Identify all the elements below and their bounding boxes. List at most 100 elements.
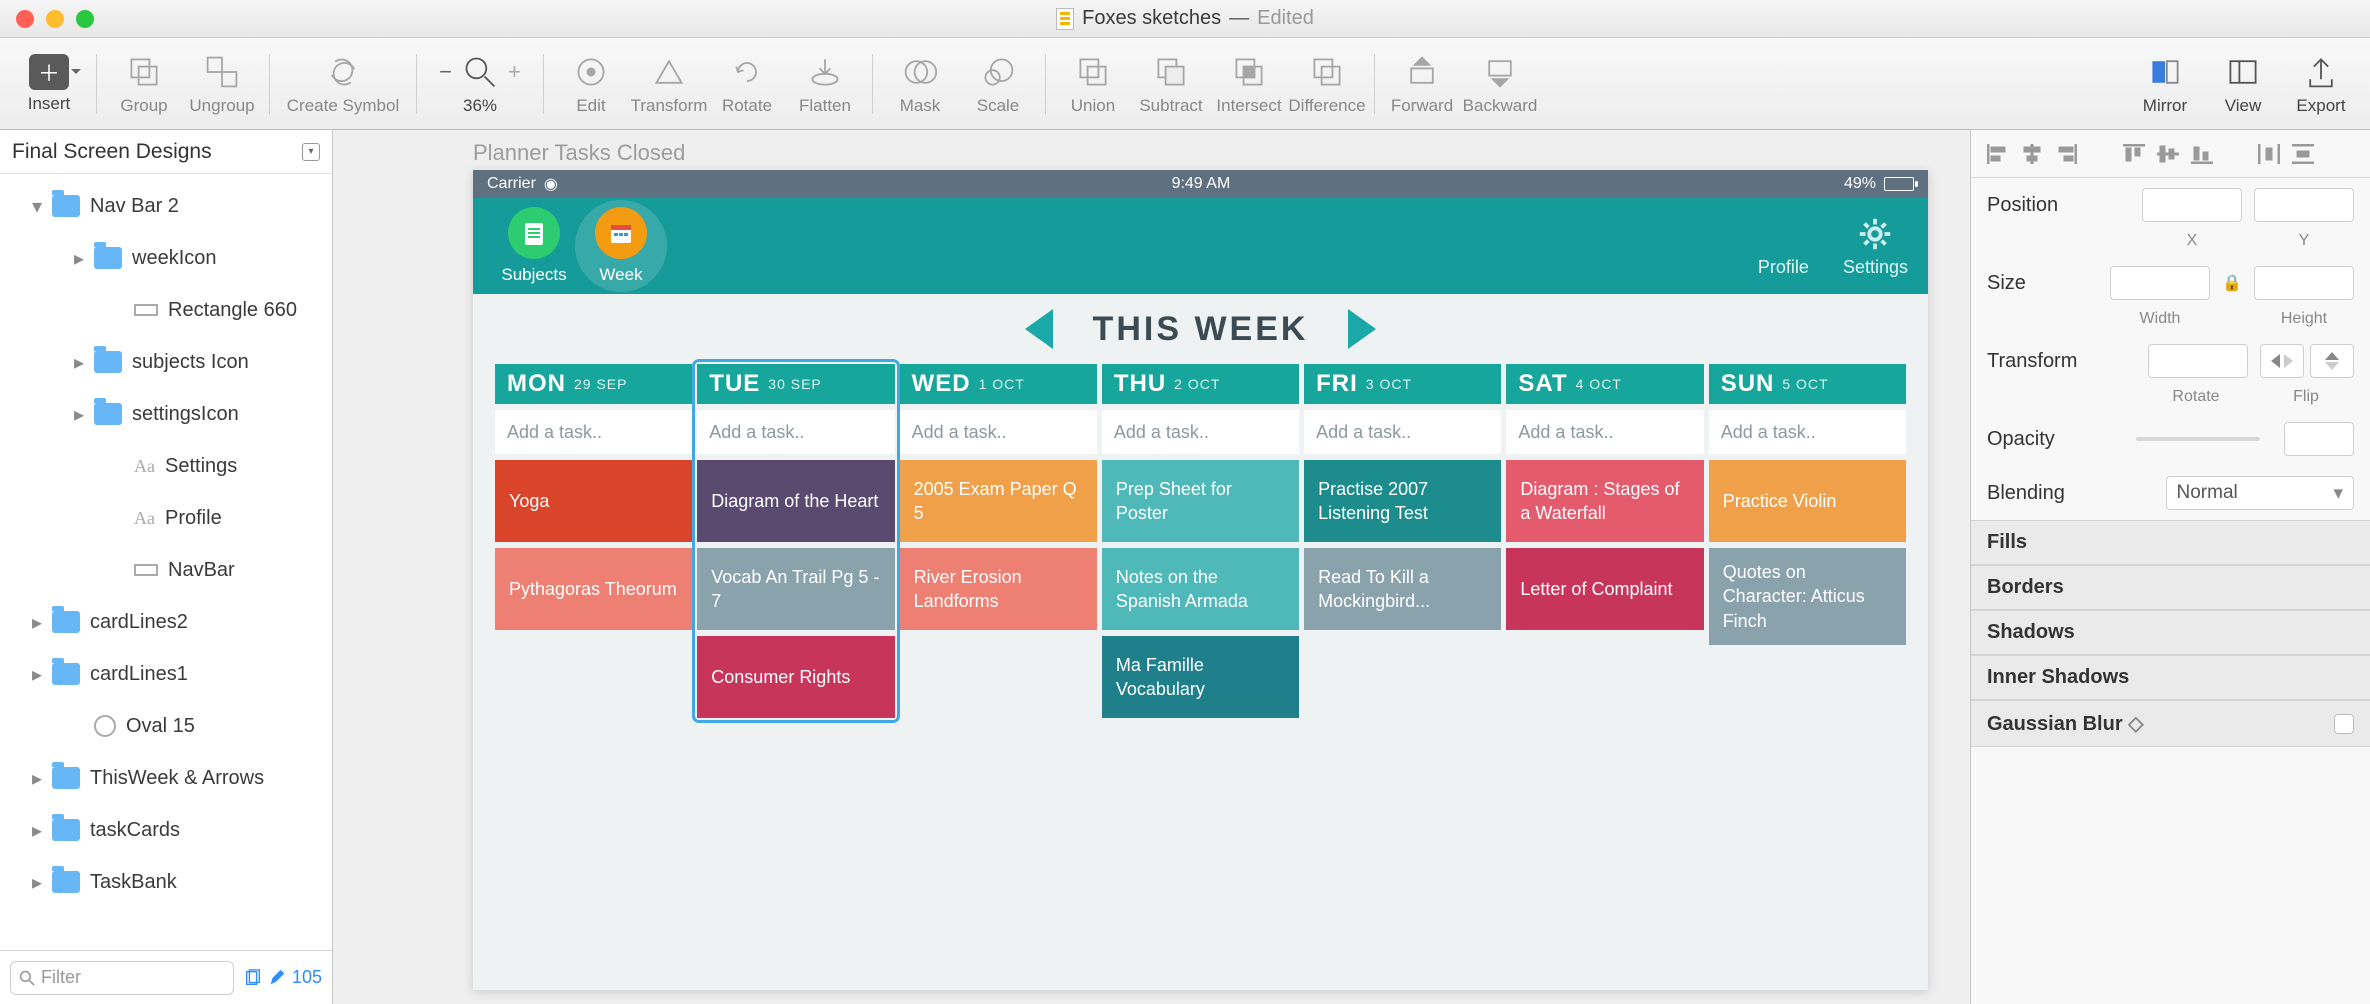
task-card[interactable]: Practice Violin	[1709, 460, 1906, 542]
view-button[interactable]: View	[2204, 52, 2282, 116]
day-column-fri[interactable]: FRI3 OCTAdd a task..Practise 2007 Listen…	[1304, 364, 1501, 718]
add-task-input[interactable]: Add a task..	[697, 410, 894, 454]
layer-settingsicon[interactable]: settingsIcon	[0, 388, 332, 440]
layer-filter-input[interactable]: Filter	[10, 961, 234, 995]
task-card[interactable]: Quotes on Character: Atticus Finch	[1709, 548, 1906, 645]
scale-button[interactable]: Scale	[959, 52, 1037, 116]
page-selector[interactable]: Final Screen Designs	[12, 140, 212, 164]
artboard-label[interactable]: Planner Tasks Closed	[473, 140, 685, 166]
layer-navbar2[interactable]: Nav Bar 2	[0, 180, 332, 232]
ungroup-button[interactable]: Ungroup	[183, 52, 261, 116]
align-top-button[interactable]	[2119, 141, 2149, 167]
layer-thisweek[interactable]: ThisWeek & Arrows	[0, 752, 332, 804]
size-width-field[interactable]	[2110, 266, 2210, 300]
nav-subjects[interactable]: Subjects	[493, 207, 575, 285]
distribute-v-button[interactable]	[2288, 141, 2318, 167]
lock-aspect-icon[interactable]: 🔒	[2222, 273, 2242, 293]
opacity-field[interactable]	[2284, 422, 2354, 456]
task-card[interactable]: Diagram : Stages of a Waterfall	[1506, 460, 1703, 542]
task-card[interactable]: Prep Sheet for Poster	[1102, 460, 1299, 542]
design-canvas[interactable]: Planner Tasks Closed Carrier◉ 9:49 AM 49…	[333, 130, 1970, 1004]
difference-button[interactable]: Difference	[1288, 52, 1366, 116]
backward-button[interactable]: Backward	[1461, 52, 1539, 116]
close-window-button[interactable]	[16, 10, 34, 28]
align-right-button[interactable]	[2051, 141, 2081, 167]
layer-navbar-rect[interactable]: NavBar	[0, 544, 332, 596]
artboard[interactable]: Carrier◉ 9:49 AM 49% Subjects Week Pro	[473, 170, 1928, 990]
task-card[interactable]: 2005 Exam Paper Q 5	[900, 460, 1097, 542]
align-left-button[interactable]	[1983, 141, 2013, 167]
zoom-window-button[interactable]	[76, 10, 94, 28]
nav-settings[interactable]: Settings	[1843, 215, 1908, 278]
export-button[interactable]: Export	[2282, 52, 2360, 116]
flip-h-button[interactable]	[2260, 344, 2304, 378]
flatten-button[interactable]: Flatten	[786, 52, 864, 116]
mirror-button[interactable]: Mirror	[2126, 52, 2204, 116]
layer-rect660[interactable]: Rectangle 660	[0, 284, 332, 336]
position-x-field[interactable]	[2142, 188, 2242, 222]
opacity-slider[interactable]	[2136, 437, 2261, 441]
gaussian-blur-checkbox[interactable]	[2334, 714, 2354, 734]
layer-subjectsicon[interactable]: subjects Icon	[0, 336, 332, 388]
day-column-sat[interactable]: SAT4 OCTAdd a task..Diagram : Stages of …	[1506, 364, 1703, 718]
task-card[interactable]: Yoga	[495, 460, 692, 542]
gaussian-blur-section[interactable]: Gaussian Blur ◇	[1971, 700, 2370, 747]
borders-section[interactable]: Borders	[1971, 565, 2370, 610]
prev-week-button[interactable]	[1025, 309, 1053, 349]
align-hcenter-button[interactable]	[2017, 141, 2047, 167]
add-task-input[interactable]: Add a task..	[1709, 410, 1906, 454]
task-card[interactable]: Consumer Rights	[697, 636, 894, 718]
add-task-input[interactable]: Add a task..	[1304, 410, 1501, 454]
rotate-button[interactable]: Rotate	[708, 52, 786, 116]
forward-button[interactable]: Forward	[1383, 52, 1461, 116]
blending-select[interactable]: Normal▾	[2166, 476, 2355, 510]
day-column-thu[interactable]: THU2 OCTAdd a task..Prep Sheet for Poste…	[1102, 364, 1299, 718]
day-column-wed[interactable]: WED1 OCTAdd a task..2005 Exam Paper Q 5R…	[900, 364, 1097, 718]
flip-v-button[interactable]	[2310, 344, 2354, 378]
zoom-control[interactable]: − + 36%	[425, 52, 535, 116]
layer-taskcards[interactable]: taskCards	[0, 804, 332, 856]
edit-button[interactable]: Edit	[552, 52, 630, 116]
task-card[interactable]: Notes on the Spanish Armada	[1102, 548, 1299, 630]
position-y-field[interactable]	[2254, 188, 2354, 222]
nav-profile[interactable]: Profile	[1758, 257, 1809, 278]
task-card[interactable]: Pythagoras Theorum	[495, 548, 692, 630]
task-card[interactable]: Vocab An Trail Pg 5 - 7	[697, 548, 894, 630]
nav-week-active[interactable]: Week	[575, 200, 667, 292]
shadows-section[interactable]: Shadows	[1971, 610, 2370, 655]
union-button[interactable]: Union	[1054, 52, 1132, 116]
distribute-h-button[interactable]	[2254, 141, 2284, 167]
inner-shadows-section[interactable]: Inner Shadows	[1971, 655, 2370, 700]
mask-button[interactable]: Mask	[881, 52, 959, 116]
align-bottom-button[interactable]	[2187, 141, 2217, 167]
size-height-field[interactable]	[2254, 266, 2354, 300]
transform-button[interactable]: Transform	[630, 52, 708, 116]
next-week-button[interactable]	[1348, 309, 1376, 349]
layer-cardlines1[interactable]: cardLines1	[0, 648, 332, 700]
add-task-input[interactable]: Add a task..	[1506, 410, 1703, 454]
insert-button[interactable]: ＋ Insert	[10, 54, 88, 114]
layer-profile-text[interactable]: AaProfile	[0, 492, 332, 544]
align-vcenter-button[interactable]	[2153, 141, 2183, 167]
layer-taskbank[interactable]: TaskBank	[0, 856, 332, 908]
task-card[interactable]: Ma Famille Vocabulary	[1102, 636, 1299, 718]
subtract-button[interactable]: Subtract	[1132, 52, 1210, 116]
minimize-window-button[interactable]	[46, 10, 64, 28]
add-task-input[interactable]: Add a task..	[900, 410, 1097, 454]
layer-oval15[interactable]: Oval 15	[0, 700, 332, 752]
add-task-input[interactable]: Add a task..	[1102, 410, 1299, 454]
day-column-sun[interactable]: SUN5 OCTAdd a task..Practice ViolinQuote…	[1709, 364, 1906, 718]
layer-weekicon[interactable]: weekIcon	[0, 232, 332, 284]
layer-settings-text[interactable]: AaSettings	[0, 440, 332, 492]
add-task-input[interactable]: Add a task..	[495, 410, 692, 454]
rotate-field[interactable]	[2148, 344, 2248, 378]
intersect-button[interactable]: Intersect	[1210, 52, 1288, 116]
task-card[interactable]: Diagram of the Heart	[697, 460, 894, 542]
group-button[interactable]: Group	[105, 52, 183, 116]
task-card[interactable]: Letter of Complaint	[1506, 548, 1703, 630]
task-card[interactable]: River Erosion Landforms	[900, 548, 1097, 630]
page-dropdown-icon[interactable]: ▾	[302, 143, 320, 161]
layer-cardlines2[interactable]: cardLines2	[0, 596, 332, 648]
task-card[interactable]: Read To Kill a Mockingbird...	[1304, 548, 1501, 630]
day-column-tue[interactable]: TUE30 SEPAdd a task..Diagram of the Hear…	[697, 364, 894, 718]
